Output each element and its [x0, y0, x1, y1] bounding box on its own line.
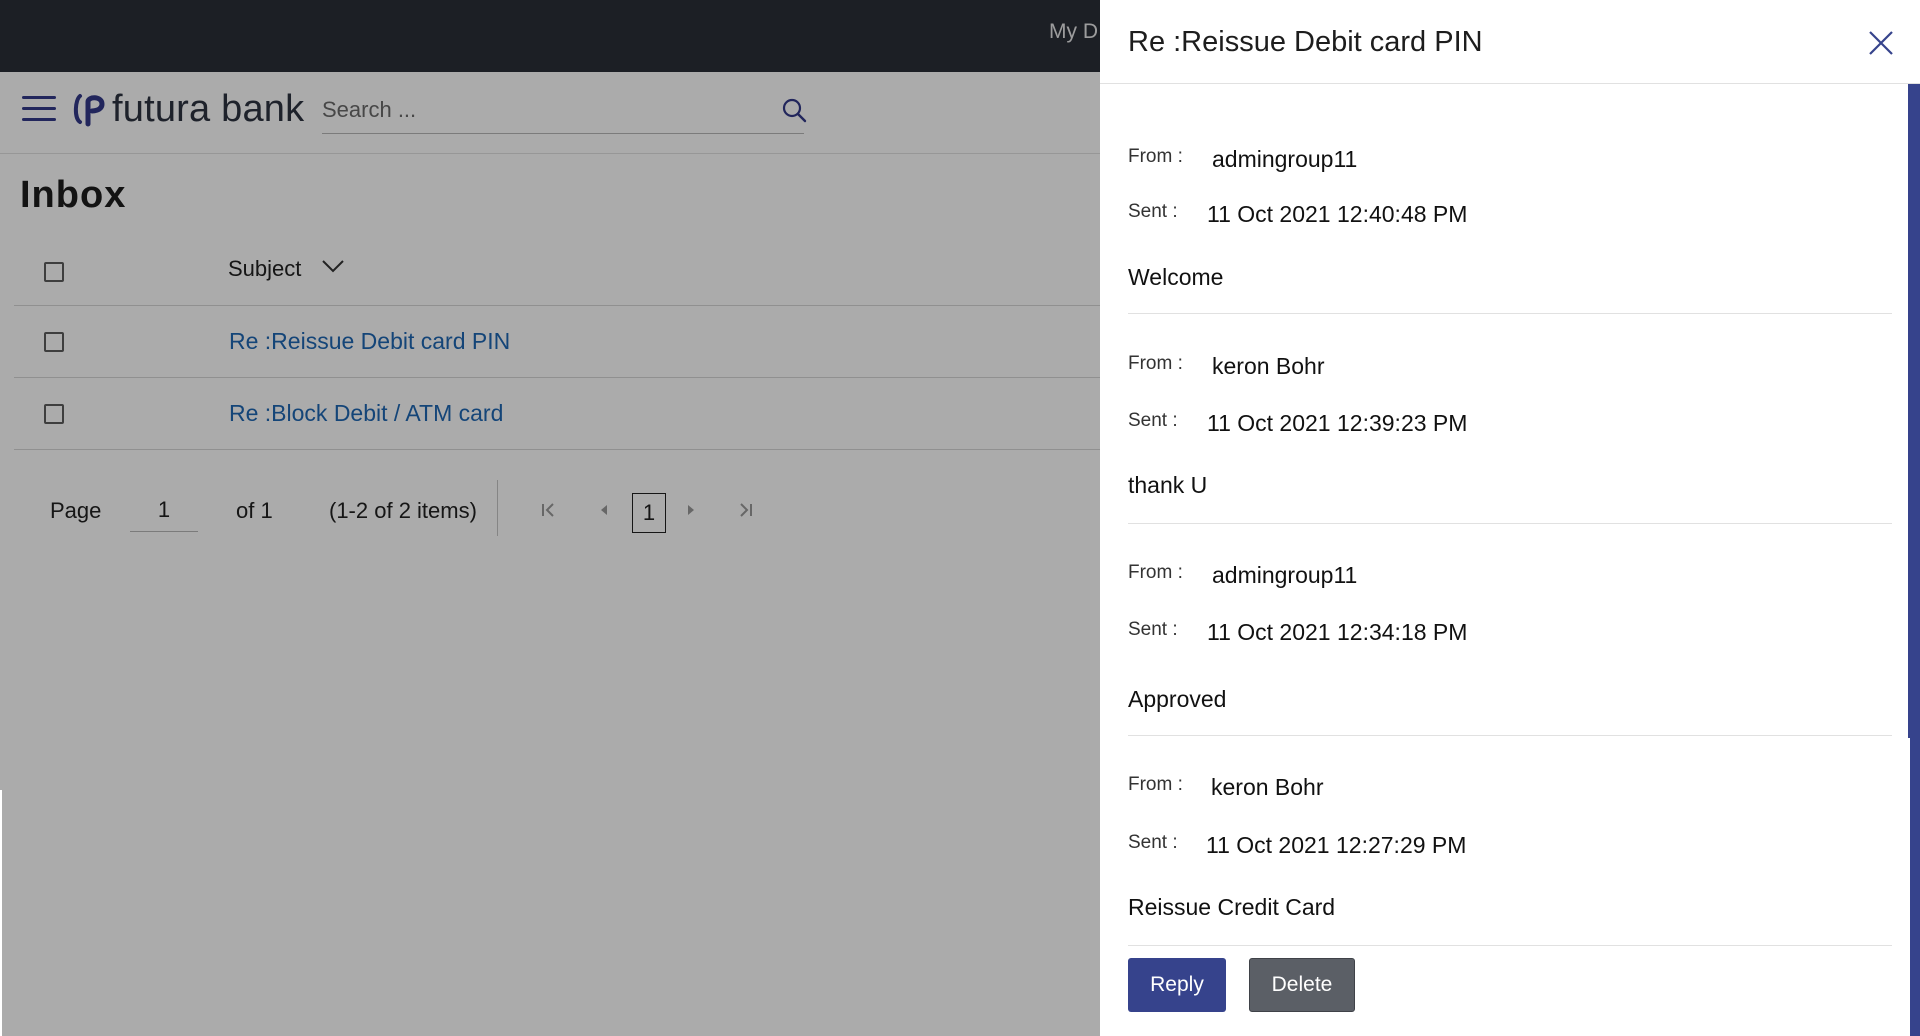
from-label: From : — [1128, 353, 1183, 374]
message-sent-date: 11 Oct 2021 12:39:23 PM — [1207, 410, 1468, 436]
panel-title: Re :Reissue Debit card PIN — [1128, 26, 1483, 58]
message-body: thank U — [1128, 472, 1208, 498]
close-icon[interactable] — [1866, 28, 1896, 58]
from-label: From : — [1128, 774, 1183, 795]
reply-button[interactable]: Reply — [1128, 958, 1226, 1012]
message-sent-date: 11 Oct 2021 12:27:29 PM — [1206, 832, 1467, 858]
from-label: From : — [1128, 146, 1183, 167]
sent-label: Sent : — [1128, 410, 1178, 431]
delete-button[interactable]: Delete — [1249, 958, 1355, 1012]
message-item: From : keron Bohr Sent : 11 Oct 2021 12:… — [1128, 736, 1892, 946]
message-from: keron Bohr — [1212, 353, 1325, 379]
message-item: From : admingroup11 Sent : 11 Oct 2021 1… — [1128, 524, 1892, 736]
message-from: admingroup11 — [1212, 562, 1358, 588]
panel-header: Re :Reissue Debit card PIN — [1100, 0, 1920, 84]
message-sent-date: 11 Oct 2021 12:34:18 PM — [1207, 619, 1468, 645]
message-body: Welcome — [1128, 264, 1224, 290]
scrollbar-gap — [1906, 738, 1910, 1036]
modal-backdrop[interactable] — [0, 0, 1100, 1036]
message-item: From : admingroup11 Sent : 11 Oct 2021 1… — [1128, 84, 1892, 314]
sent-label: Sent : — [1128, 201, 1178, 222]
message-body: Approved — [1128, 686, 1227, 712]
message-detail-panel: Re :Reissue Debit card PIN From : adming… — [1100, 0, 1920, 1036]
backdrop-edge — [0, 790, 2, 1036]
message-from: admingroup11 — [1212, 146, 1358, 172]
message-item: From : keron Bohr Sent : 11 Oct 2021 12:… — [1128, 314, 1892, 524]
from-label: From : — [1128, 562, 1183, 583]
sent-label: Sent : — [1128, 619, 1178, 640]
message-sent-date: 11 Oct 2021 12:40:48 PM — [1207, 201, 1468, 227]
message-body: Reissue Credit Card — [1128, 894, 1336, 920]
message-from: keron Bohr — [1211, 774, 1324, 800]
sent-label: Sent : — [1128, 832, 1178, 853]
